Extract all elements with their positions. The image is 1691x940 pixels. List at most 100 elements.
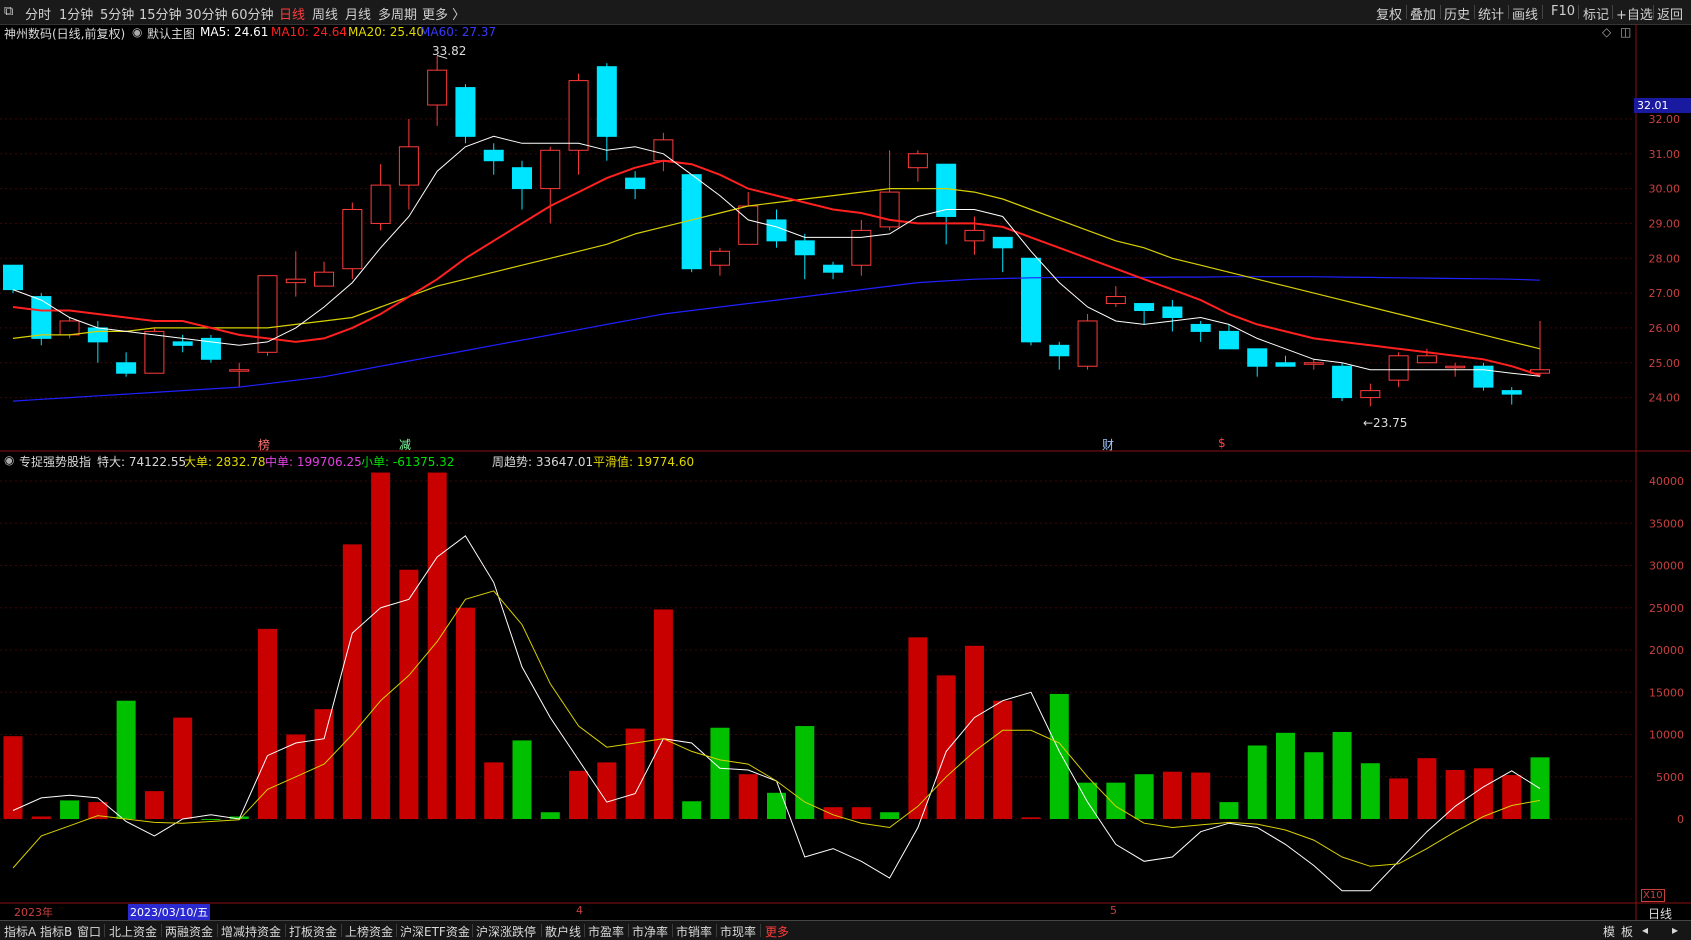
candle-body <box>314 271 335 287</box>
candle-body <box>1275 362 1296 367</box>
volume-bar <box>1247 745 1267 819</box>
price-tag: 32.01 <box>1634 98 1691 113</box>
volume-axis-label: 35000 <box>1649 517 1684 530</box>
volume-bar <box>767 792 786 819</box>
btm-more[interactable]: 更多 <box>765 923 789 940</box>
candle-body <box>1105 296 1126 305</box>
candle-body <box>455 87 476 137</box>
candle-body <box>738 205 759 245</box>
btm-sanhuxian[interactable]: 散户线 <box>545 923 581 940</box>
kline-chart[interactable]: 32.00 31.00 30.00 29.00 28.00 27.00 26.00 25.00… <box>0 0 1691 920</box>
btm-pb[interactable]: 市净率 <box>632 923 668 940</box>
volume-bar <box>738 774 758 819</box>
btm-liangrong[interactable]: 两融资金 <box>165 923 213 940</box>
btm-daban[interactable]: 打板资金 <box>289 923 337 940</box>
candle-body <box>3 264 23 291</box>
btm-zengjianchi[interactable]: 增减持资金 <box>221 923 281 940</box>
event-tag-bang[interactable]: 榜 <box>258 436 270 453</box>
month-5-label: 5 <box>1110 904 1117 917</box>
btm-mo[interactable]: 模 <box>1603 923 1615 940</box>
btm-etf[interactable]: 沪深ETF资金 <box>400 923 470 940</box>
candle-body <box>1303 362 1324 365</box>
volume-bar <box>371 472 391 819</box>
price-axis-label: 27.00 <box>1649 287 1681 300</box>
volume-axis-label: 25000 <box>1649 602 1684 615</box>
btm-window[interactable]: 窗口 <box>77 923 101 940</box>
volume-bar <box>908 637 928 819</box>
volume-bar <box>1332 731 1352 819</box>
event-tag-jian[interactable]: 减 <box>399 436 411 453</box>
trend-line-white <box>12 535 1541 892</box>
volume-bar <box>653 609 673 819</box>
volume-axis-label: 30000 <box>1649 560 1684 573</box>
volume-axis-label: 20000 <box>1649 644 1684 657</box>
candle-body <box>427 69 448 106</box>
volume-bar <box>1219 802 1239 819</box>
volume-bar <box>1276 732 1295 819</box>
candle-body <box>568 80 589 151</box>
candle-body <box>116 362 137 374</box>
volume-axis-label: 0 <box>1677 813 1684 826</box>
price-axis-label: 32.00 <box>1649 113 1681 126</box>
volume-axis-label: 40000 <box>1649 475 1684 488</box>
bottom-toolbar: 指标A 指标B 窗口 北上资金 两融资金 增减持资金 打板资金 上榜资金 沪深E… <box>0 920 1691 940</box>
volume-bar <box>484 762 504 819</box>
cursor-date: 2023/03/10/五 <box>128 904 211 920</box>
scroll-right-icon[interactable]: ▸ <box>1672 923 1678 937</box>
candle-body <box>257 275 278 353</box>
candle-body <box>1388 355 1409 381</box>
volume-bar <box>201 819 221 820</box>
volume-bar <box>1078 782 1098 819</box>
event-tag-cai[interactable]: 财 <box>1102 436 1114 453</box>
btm-zhangdieting[interactable]: 沪深涨跌停 <box>476 923 536 940</box>
candle-body <box>1162 306 1183 318</box>
volume-bar <box>399 569 419 819</box>
scroll-left-icon[interactable]: ◂ <box>1642 923 1648 937</box>
candle-body <box>766 219 787 242</box>
volume-bar <box>597 762 617 819</box>
price-axis-label: 31.00 <box>1649 148 1681 161</box>
volume-bar <box>173 717 193 819</box>
btm-zhibiao-a[interactable]: 指标A <box>4 923 36 940</box>
candle-body <box>370 184 391 224</box>
volume-bar <box>455 607 475 819</box>
ma5-line <box>12 135 1541 377</box>
price-axis-label: 24.00 <box>1649 392 1681 405</box>
volume-bar <box>880 812 900 819</box>
btm-zhibiao-b[interactable]: 指标B <box>40 923 72 940</box>
candle-body <box>964 229 985 242</box>
volume-axis-label: 10000 <box>1649 729 1684 742</box>
volume-bar <box>144 791 164 819</box>
price-axis-label: 30.00 <box>1649 183 1681 196</box>
volume-bar <box>993 700 1013 819</box>
high-marker: 33.82 <box>432 44 467 58</box>
candle-body <box>1049 344 1070 357</box>
month-4-label: 4 <box>576 904 583 917</box>
btm-shangbang[interactable]: 上榜资金 <box>345 923 393 940</box>
candle-body <box>907 153 928 169</box>
event-tag-dollar[interactable]: $ <box>1218 436 1226 450</box>
volume-bar <box>1106 782 1126 819</box>
volume-bar <box>710 727 730 819</box>
volume-bar <box>116 700 136 819</box>
candle-body <box>1332 365 1353 399</box>
candle-body <box>342 208 363 270</box>
candle-body <box>851 229 872 266</box>
btm-pe[interactable]: 市盈率 <box>588 923 624 940</box>
candle-body <box>1416 355 1437 364</box>
candle-body <box>1360 390 1381 399</box>
candle-body <box>172 341 193 346</box>
btm-pcf[interactable]: 市现率 <box>720 923 756 940</box>
price-axis-label: 26.00 <box>1649 322 1681 335</box>
btm-ban[interactable]: 板 <box>1621 923 1633 940</box>
btm-ps[interactable]: 市销率 <box>676 923 712 940</box>
x10-label[interactable]: X10 <box>1641 889 1665 902</box>
candle-body <box>1134 303 1155 312</box>
volume-bar <box>540 812 560 819</box>
btm-beishang[interactable]: 北上资金 <box>109 923 157 940</box>
candle-body <box>625 177 646 190</box>
volume-bar <box>1502 775 1522 819</box>
volume-bar <box>964 645 984 819</box>
candle-body <box>87 327 108 343</box>
smooth-line-yellow <box>12 590 1541 869</box>
